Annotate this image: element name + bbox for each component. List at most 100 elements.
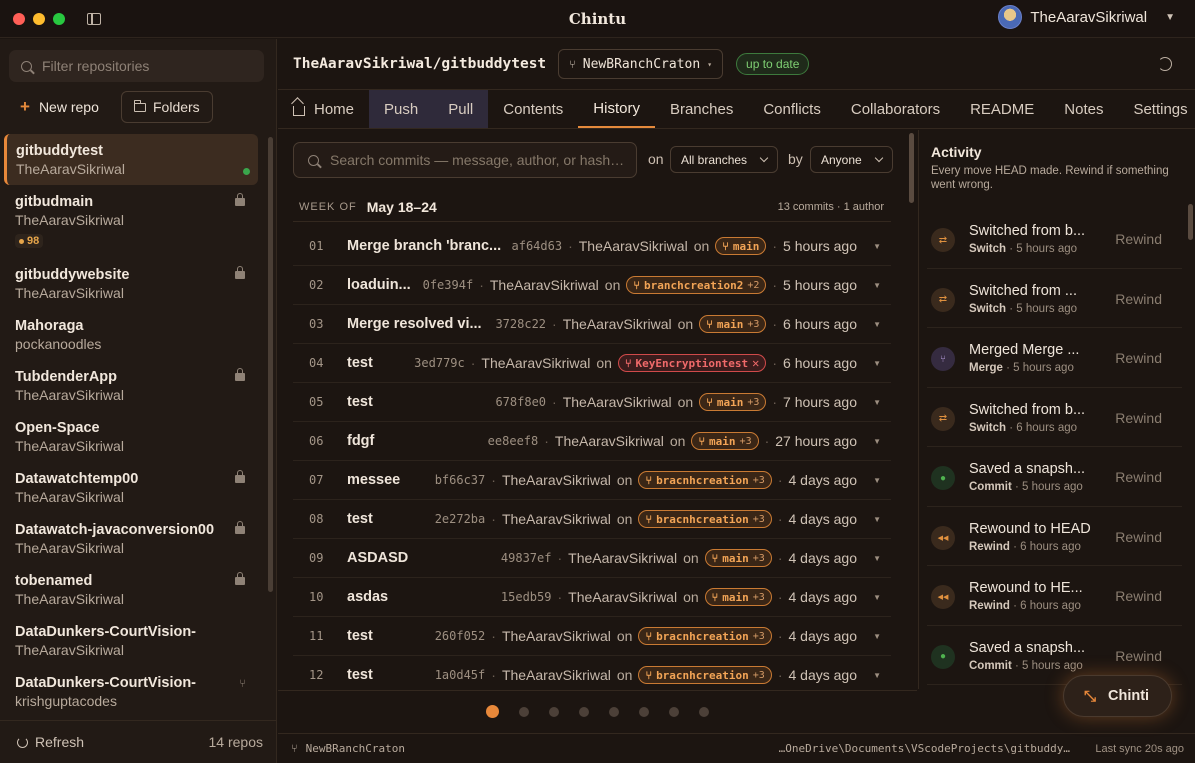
commit-row[interactable]: 07 messee bf66c37 · TheAaravSikriwal on ⑂ bracn… — [293, 461, 891, 500]
activity-title: Switched from b... — [969, 401, 1086, 418]
branch-pill[interactable]: ⑂ main — [715, 237, 767, 255]
branch-icon: ⑂ — [711, 551, 719, 565]
commit-row[interactable]: 11 test 260f052 · TheAaravSikriwal on ⑂ bracnhc… — [293, 617, 891, 656]
repo-item[interactable]: DataDunkers-CourtVision- TheAaravSikriwal — [0, 615, 262, 666]
branch-pill[interactable]: ⑂ bracnhcreation +3 — [638, 627, 772, 645]
repo-item[interactable]: Open-Space TheAaravSikriwal — [0, 411, 262, 462]
commit-row[interactable]: 08 test 2e272ba · TheAaravSikriwal on ⑂ bracnhc… — [293, 500, 891, 539]
chevron-down-icon[interactable]: ▼ — [873, 320, 881, 329]
branch-pill[interactable]: ⑂ main +3 — [704, 549, 772, 567]
branch-pill[interactable]: ⑂ bracnhcreation +3 — [638, 510, 772, 528]
chevron-down-icon[interactable]: ▼ — [873, 632, 881, 641]
page-dot[interactable] — [699, 706, 709, 717]
tab-home[interactable]: Home — [278, 90, 369, 128]
branch-pill[interactable]: ⑂ main +3 — [691, 432, 759, 450]
repo-item[interactable]: tobenamed TheAaravSikriwal — [0, 564, 262, 615]
repo-item[interactable]: gitbudmain TheAaravSikriwal 98 — [0, 185, 262, 258]
rewind-button[interactable]: Rewind — [1115, 410, 1162, 426]
activity-scrollbar[interactable] — [1188, 204, 1193, 240]
page-dot[interactable] — [579, 706, 589, 717]
repo-item[interactable]: gitbuddywebsite TheAaravSikriwal — [0, 258, 262, 309]
repo-item[interactable]: DataDunkers-CourtVision-krishguptacodes ⑂ — [0, 666, 262, 717]
branch-pill[interactable]: ⑂ main +3 — [704, 588, 772, 606]
rewind-button[interactable]: Rewind — [1115, 291, 1162, 307]
sidebar-scrollbar[interactable] — [268, 137, 273, 592]
branch-pill[interactable]: ⑂ bracnhcreation +3 — [638, 666, 772, 684]
user-menu[interactable]: TheAaravSikriwal ▼ — [998, 5, 1175, 29]
chevron-down-icon[interactable]: ▼ — [873, 515, 881, 524]
activity-item: ◀◀ Rewound to HEAD Rewind · 6 hours ago Rew… — [927, 507, 1182, 566]
folders-button[interactable]: Folders — [121, 91, 213, 123]
chevron-down-icon[interactable]: ▼ — [873, 242, 881, 251]
tab-notes[interactable]: Notes — [1049, 90, 1118, 128]
page-dot[interactable] — [519, 706, 529, 717]
branch-select[interactable]: ⑂ NewBRanchCraton ▾ — [558, 49, 724, 79]
rewind-button[interactable]: Rewind — [1115, 350, 1162, 366]
repo-name: gitbuddywebsite — [15, 267, 130, 283]
new-repo-button[interactable]: + New repo — [20, 96, 99, 118]
tab-readme[interactable]: README — [955, 90, 1049, 128]
zoom-window-button[interactable] — [53, 12, 65, 25]
minimize-window-button[interactable] — [33, 12, 45, 25]
page-dot[interactable] — [669, 706, 679, 717]
activity-meta: Switch · 5 hours ago — [969, 303, 1077, 315]
chevron-down-icon[interactable]: ▼ — [873, 281, 881, 290]
filter-repositories-input[interactable]: Filter repositories — [9, 50, 264, 82]
rewind-button[interactable]: Rewind — [1115, 588, 1162, 604]
commit-row[interactable]: 01 Merge branch 'branc... af64d63 · TheAarav… — [293, 227, 891, 266]
commit-row[interactable]: 09 ASDASD 49837ef · TheAaravSikriwal on ⑂ main +… — [293, 539, 891, 578]
author-filter-select[interactable]: Anyone — [810, 146, 893, 173]
chevron-down-icon[interactable]: ▼ — [873, 671, 881, 680]
tab-collaborators[interactable]: Collaborators — [836, 90, 955, 128]
close-window-button[interactable] — [13, 12, 25, 25]
chevron-down-icon[interactable]: ▼ — [873, 476, 881, 485]
commit-number: 04 — [309, 356, 324, 370]
commit-row[interactable]: 12 test 1a0d45f · TheAaravSikriwal on ⑂ bracnhc… — [293, 656, 891, 689]
chevron-down-icon[interactable]: ▼ — [873, 398, 881, 407]
page-dot[interactable] — [486, 705, 499, 718]
tab-history[interactable]: History — [578, 90, 655, 128]
page-dot[interactable] — [609, 706, 619, 717]
commit-row[interactable]: 10 asdas 15edb59 · TheAaravSikriwal on ⑂ main +3… — [293, 578, 891, 617]
rewind-button[interactable]: Rewind — [1115, 648, 1162, 664]
repo-item[interactable]: Datawatchtemp00 TheAaravSikriwal — [0, 462, 262, 513]
rewind-button[interactable]: Rewind — [1115, 231, 1162, 247]
commit-row[interactable]: 06 fdgf ee8eef8 · TheAaravSikriwal on ⑂ main +3 ·… — [293, 422, 891, 461]
tab-settings[interactable]: Settings — [1118, 90, 1195, 128]
commit-row[interactable]: 04 test 3ed779c · TheAaravSikriwal on ⑂ KeyEncr… — [293, 344, 891, 383]
branch-filter-select[interactable]: All branches — [670, 146, 779, 173]
repo-item[interactable]: Mahoraga pockanoodles — [0, 309, 262, 360]
commit-row[interactable]: 02 loaduin... 0fe394f · TheAaravSikriwal on ⑂ b… — [293, 266, 891, 305]
rewind-button[interactable]: Rewind — [1115, 469, 1162, 485]
author-filter-value: Anyone — [821, 152, 862, 167]
commit-row[interactable]: 03 Merge resolved vi... 3728c22 · TheAaravSi… — [293, 305, 891, 344]
sync-icon[interactable] — [1158, 57, 1172, 71]
page-dot[interactable] — [549, 706, 559, 717]
repo-item[interactable]: gitbuddytest TheAaravSikriwal — [4, 134, 258, 185]
sidebar-toggle-icon[interactable] — [87, 12, 101, 25]
branch-pill[interactable]: ⑂ main +3 — [699, 315, 767, 333]
page-dot[interactable] — [639, 706, 649, 717]
tab-contents[interactable]: Contents — [488, 90, 578, 128]
branch-pill[interactable]: ⑂ main +3 — [699, 393, 767, 411]
branch-pill[interactable]: ⑂ KeyEncryptiontest ✕ — [617, 354, 767, 372]
chevron-down-icon[interactable]: ▼ — [873, 593, 881, 602]
commit-search-input[interactable]: Search commits — message, author, or has… — [293, 142, 637, 178]
lock-icon — [235, 521, 245, 534]
branch-pill[interactable]: ⑂ bracnhcreation +3 — [638, 471, 772, 489]
rewind-button[interactable]: Rewind — [1115, 529, 1162, 545]
tab-pull[interactable]: Pull — [433, 90, 489, 128]
commit-row[interactable]: 05 test 678f8e0 · TheAaravSikriwal on ⑂ main +3 ·… — [293, 383, 891, 422]
repo-item[interactable]: Datawatch-javaconversion00 TheAaravSikriw… — [0, 513, 262, 564]
tab-push[interactable]: Push — [369, 90, 434, 128]
repo-item[interactable]: TubdenderApp TheAaravSikriwal — [0, 360, 262, 411]
chinti-assistant-button[interactable]: ⤡ Chinti — [1063, 675, 1172, 717]
tab-conflicts[interactable]: Conflicts — [748, 90, 836, 128]
tab-branches[interactable]: Branches — [655, 90, 748, 128]
history-scrollbar[interactable] — [909, 133, 914, 203]
chevron-down-icon[interactable]: ▼ — [873, 554, 881, 563]
chevron-down-icon[interactable]: ▼ — [873, 359, 881, 368]
branch-pill[interactable]: ⑂ branchcreation2 +2 — [626, 276, 767, 294]
refresh-button[interactable]: Refresh — [17, 734, 84, 750]
chevron-down-icon[interactable]: ▼ — [873, 437, 881, 446]
